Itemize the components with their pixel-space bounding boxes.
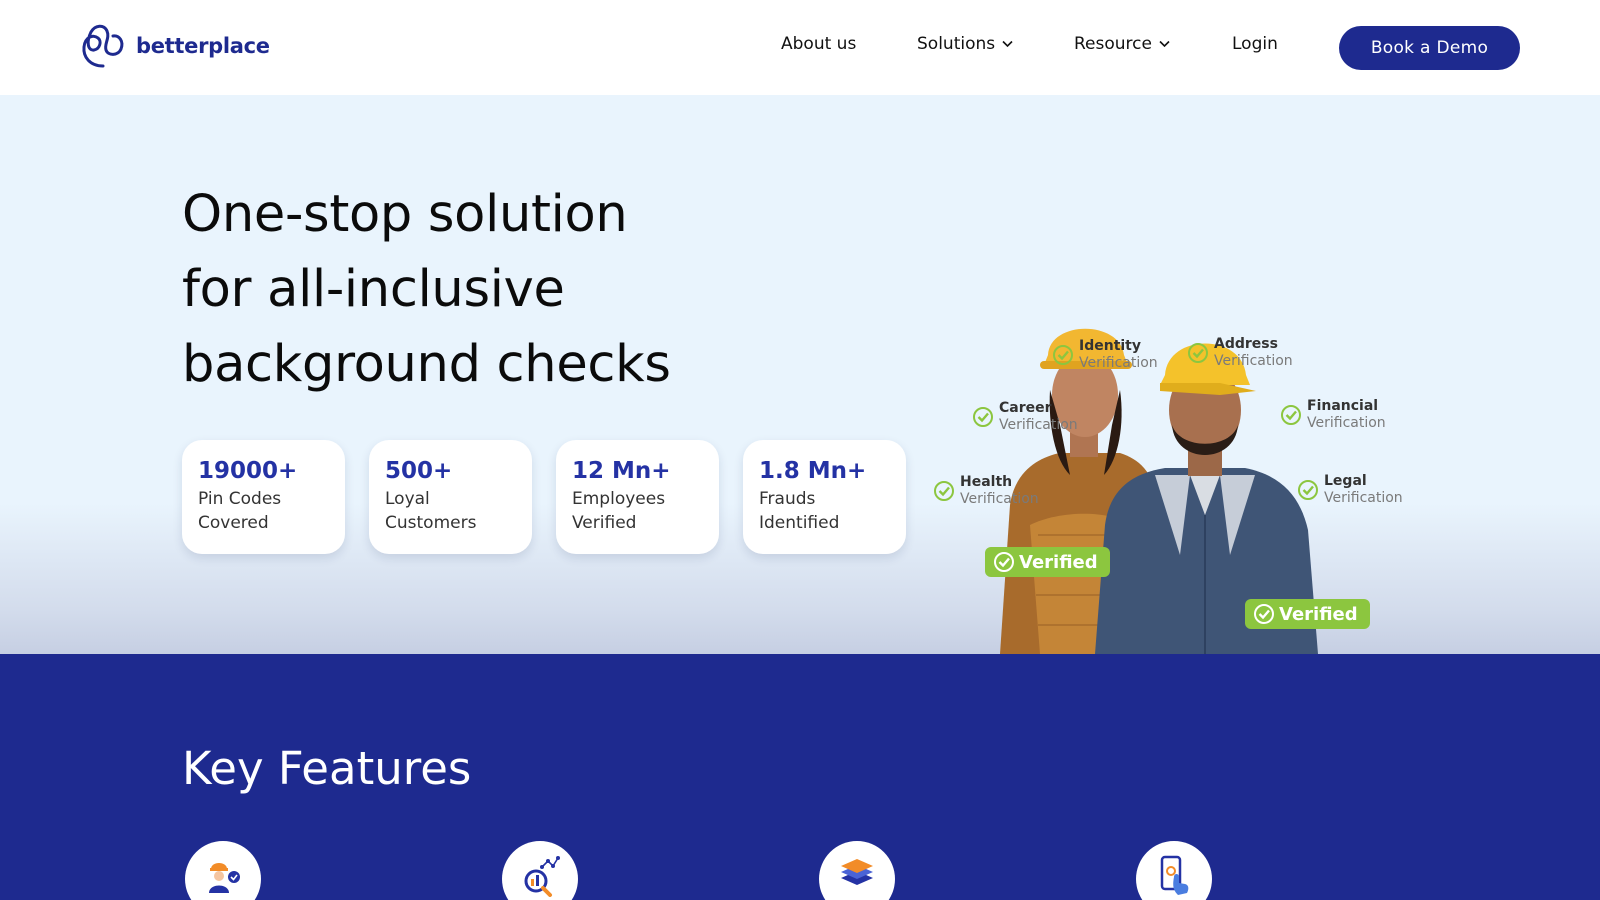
nav-login[interactable]: Login: [1232, 34, 1278, 54]
feature-icon-circle: [819, 841, 895, 900]
career-verification-label: Career Verification: [972, 400, 1078, 434]
nav-about-us[interactable]: About us: [781, 34, 856, 54]
feature-icon-circle: [185, 841, 261, 900]
nav-solutions-label: Solutions: [917, 34, 996, 54]
nav-solutions[interactable]: Solutions: [917, 34, 1013, 54]
stat-value: 1.8 Mn+: [759, 458, 867, 484]
check-circle-icon: [1281, 405, 1301, 425]
stat-label: Employees Verified: [572, 489, 666, 533]
brand-logo[interactable]: betterplace: [80, 22, 270, 70]
nav-about-us-label: About us: [781, 34, 857, 54]
stat-card-frauds: 1.8 Mn+ Frauds Identified: [743, 440, 906, 554]
stat-card-customers: 500+ Loyal Customers: [369, 440, 532, 554]
verification-title: Legal: [1324, 473, 1367, 489]
stat-value: 500+: [385, 458, 453, 484]
nav-login-label: Login: [1232, 34, 1278, 54]
stat-label: Pin Codes Covered: [198, 489, 282, 533]
layers-stack-icon: [841, 859, 873, 885]
verification-title: Career: [999, 400, 1052, 416]
feature-icon-circle: [1136, 841, 1212, 900]
check-circle-icon: [1053, 345, 1073, 365]
verified-badge-label: Verified: [1279, 603, 1358, 625]
hero-title: One-stop solution for all-inclusive back…: [182, 177, 822, 402]
identity-verification-label: Identity Verification: [1052, 338, 1158, 372]
hero-title-line: background checks: [182, 335, 671, 394]
mobile-tap-icon: [1160, 855, 1189, 895]
verification-title: Financial: [1307, 398, 1379, 414]
stat-label: Frauds Identified: [759, 489, 840, 533]
verification-title: Health: [960, 474, 1013, 490]
check-circle-icon: [1254, 604, 1274, 624]
hero-title-line: for all-inclusive: [182, 260, 565, 319]
stat-value: 12 Mn+: [572, 458, 671, 484]
health-verification-label: Health Verification: [933, 474, 1039, 508]
feature-icon-circle: [502, 841, 578, 900]
verification-subtitle: Verification: [1214, 353, 1293, 369]
hero-title-line: One-stop solution: [182, 185, 628, 244]
features-title: Key Features: [182, 742, 472, 795]
site-header: betterplace About us Solutions Resource …: [0, 0, 1600, 95]
hero-illustration: Identity Verification Address Verification…: [920, 225, 1440, 654]
verified-badge: Verified: [1245, 599, 1370, 629]
check-circle-icon: [973, 407, 993, 427]
address-verification-label: Address Verification: [1187, 336, 1293, 370]
check-circle-icon: [994, 552, 1014, 572]
check-circle-icon: [1298, 480, 1318, 500]
verification-subtitle: Verification: [999, 417, 1078, 433]
verification-subtitle: Verification: [960, 491, 1039, 507]
book-demo-button[interactable]: Book a Demo: [1339, 26, 1520, 70]
chevron-down-icon: [1002, 40, 1013, 48]
legal-verification-label: Legal Verification: [1297, 473, 1403, 507]
nav-resource-label: Resource: [1074, 34, 1152, 54]
analytics-search-icon: [524, 856, 560, 897]
verification-title: Address: [1214, 336, 1278, 352]
stat-label: Loyal Customers: [385, 489, 477, 533]
key-features-section: Key Features: [0, 654, 1600, 900]
workers-illustration: [1000, 328, 1318, 654]
verification-subtitle: Verification: [1307, 415, 1386, 431]
verification-subtitle: Verification: [1324, 490, 1403, 506]
financial-verification-label: Financial Verification: [1280, 398, 1386, 432]
check-circle-icon: [934, 481, 954, 501]
brand-name: betterplace: [136, 34, 270, 58]
hero-section: One-stop solution for all-inclusive back…: [0, 95, 1600, 654]
stat-card-employees: 12 Mn+ Employees Verified: [556, 440, 719, 554]
verification-title: Identity: [1079, 338, 1142, 354]
verification-subtitle: Verification: [1079, 355, 1158, 371]
nav-resource[interactable]: Resource: [1074, 34, 1170, 54]
check-circle-icon: [1188, 343, 1208, 363]
stat-value: 19000+: [198, 458, 298, 484]
verified-badge-label: Verified: [1019, 551, 1098, 573]
worker-check-icon: [209, 863, 240, 893]
betterplace-logo-icon: [82, 24, 124, 68]
verified-badge: Verified: [985, 547, 1110, 577]
chevron-down-icon: [1159, 40, 1170, 48]
stat-card-pin-codes: 19000+ Pin Codes Covered: [182, 440, 345, 554]
